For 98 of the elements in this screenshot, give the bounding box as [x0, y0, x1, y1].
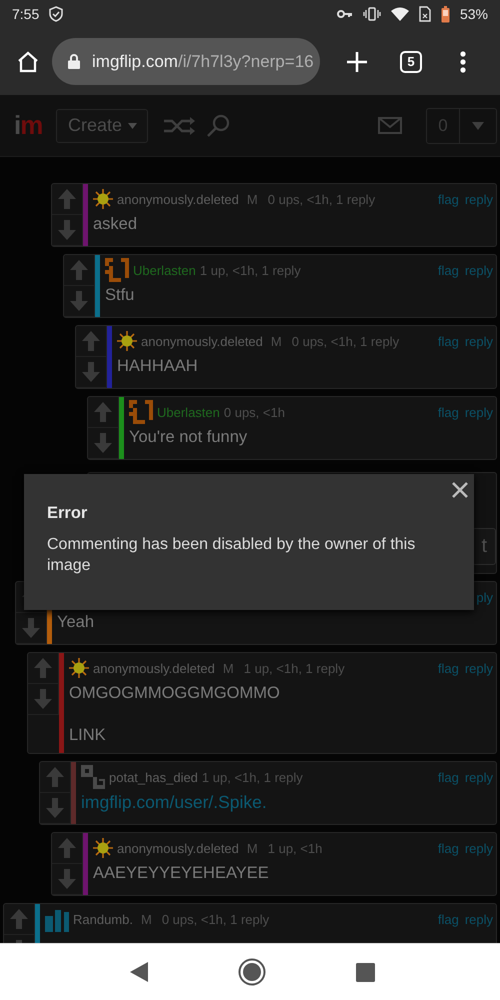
- comment-stats: 1 up, <1h, 1 reply: [200, 262, 301, 278]
- username[interactable]: anonymously.deleted: [93, 660, 215, 676]
- home-icon[interactable]: [16, 50, 40, 74]
- comment-stats: 1 up, <1h, 1 reply: [244, 660, 345, 676]
- comment-text: OMGOGMMOGGMGOMMO: [69, 683, 281, 704]
- comment-text: Stfu: [105, 285, 136, 306]
- recents-icon[interactable]: [356, 962, 375, 982]
- action-link[interactable]: reply: [464, 404, 493, 420]
- action-link[interactable]: flag: [438, 262, 459, 278]
- moderator-label: M: [222, 660, 234, 676]
- comment-stats: 0 ups, <1h, 1 reply: [292, 334, 400, 348]
- username[interactable]: Uberlasten: [133, 262, 196, 278]
- vibrate-icon: [362, 7, 381, 21]
- close-icon[interactable]: [452, 482, 468, 498]
- comment-link[interactable]: imgflip.com/user/.Spike.: [81, 792, 267, 812]
- battery-percent: 53%: [460, 6, 488, 22]
- username[interactable]: anonymously.deleted: [141, 334, 263, 348]
- action-link[interactable]: reply: [464, 770, 493, 784]
- comment-text: You're not funny: [129, 427, 248, 448]
- shield-check-icon: [49, 6, 64, 22]
- up-arrow-icon[interactable]: [58, 838, 76, 858]
- battery-icon: [440, 6, 450, 22]
- up-arrow-icon[interactable]: [34, 658, 52, 678]
- down-arrow-icon[interactable]: [82, 362, 100, 382]
- username[interactable]: potat_has_died: [109, 770, 198, 784]
- comment-text: Yeah: [57, 612, 96, 633]
- username[interactable]: Randumb.: [73, 912, 133, 926]
- sun-avatar-icon: [117, 331, 137, 351]
- address-bar[interactable]: imgflip.com/i/7h7l3y?nerp=16: [52, 38, 320, 85]
- action-link[interactable]: flag: [438, 334, 459, 348]
- menu-icon[interactable]: [460, 50, 466, 72]
- action-link[interactable]: reply: [464, 334, 493, 348]
- comment-stats: 1 up, <1h, 1 reply: [202, 770, 303, 784]
- action-link[interactable]: flag: [438, 404, 459, 420]
- username[interactable]: anonymously.deleted: [117, 840, 239, 856]
- dialog-title: Error: [47, 504, 88, 523]
- tab-count-button[interactable]: 5: [400, 50, 422, 72]
- comment-stats: 0 ups, <1h, 1 reply: [268, 192, 376, 206]
- caret-icon: [472, 122, 484, 130]
- comment-text: HAHHAAH: [117, 356, 199, 377]
- moderator-label: M: [270, 334, 282, 348]
- comment-stats: 0 ups, <1h: [224, 404, 285, 420]
- up-arrow-icon[interactable]: [82, 331, 100, 351]
- comment-text: LINK: [69, 725, 107, 746]
- down-arrow-icon[interactable]: [70, 291, 88, 311]
- sun-avatar-icon: [93, 189, 113, 209]
- down-arrow-icon[interactable]: [46, 798, 64, 818]
- caret-icon: [128, 122, 138, 128]
- comment-stats: 0 ups, <1h, 1 reply: [162, 912, 270, 926]
- key-icon: [336, 9, 353, 19]
- dialog-message: Commenting has been disabled by the owner of this image: [47, 535, 416, 576]
- up-arrow-icon[interactable]: [94, 402, 112, 422]
- action-link[interactable]: ply: [476, 590, 493, 604]
- create-dropdown[interactable]: Create: [56, 108, 148, 142]
- action-link[interactable]: reply: [464, 262, 493, 278]
- shuffle-icon[interactable]: [164, 116, 196, 134]
- action-link[interactable]: reply: [464, 192, 493, 206]
- pixel-avatar-icon: [105, 258, 129, 282]
- action-link[interactable]: reply: [464, 912, 493, 926]
- username[interactable]: Uberlasten: [157, 404, 220, 420]
- down-arrow-icon[interactable]: [58, 220, 76, 240]
- action-link[interactable]: flag: [438, 912, 459, 926]
- comment-text: AAEYEYYEYEHEAYEE: [93, 863, 270, 884]
- down-arrow-icon[interactable]: [58, 869, 76, 889]
- action-link[interactable]: flag: [438, 660, 459, 676]
- up-arrow-icon[interactable]: [10, 909, 28, 929]
- search-icon[interactable]: [206, 114, 230, 138]
- action-link[interactable]: reply: [464, 840, 493, 856]
- username[interactable]: anonymously.deleted: [117, 192, 239, 206]
- home-circle-icon[interactable]: [238, 958, 266, 986]
- back-icon[interactable]: [130, 962, 148, 982]
- post-button[interactable]: t: [472, 528, 496, 565]
- action-link[interactable]: flag: [438, 840, 459, 856]
- down-arrow-icon[interactable]: [34, 689, 52, 709]
- action-link[interactable]: reply: [464, 660, 493, 676]
- sim-card-icon: [418, 6, 431, 22]
- moderator-label: M: [246, 840, 258, 856]
- lock-icon: [68, 54, 80, 69]
- comment-text: asked: [93, 214, 138, 235]
- up-arrow-icon[interactable]: [70, 260, 88, 280]
- down-arrow-icon[interactable]: [22, 618, 40, 638]
- pixel-avatar-icon: [129, 400, 153, 424]
- wifi-icon: [390, 7, 409, 21]
- pixel-avatar-icon: [81, 765, 105, 789]
- comment-stats: 1 up, <1h: [268, 840, 322, 856]
- up-arrow-icon[interactable]: [46, 767, 64, 787]
- down-arrow-icon[interactable]: [94, 433, 112, 453]
- action-link[interactable]: flag: [438, 770, 459, 784]
- sun-avatar-icon: [69, 658, 89, 678]
- moderator-label: M: [246, 192, 258, 206]
- site-logo[interactable]: im: [14, 110, 46, 141]
- mail-icon[interactable]: [378, 117, 402, 134]
- plus-icon[interactable]: [346, 50, 368, 72]
- sun-avatar-icon: [93, 838, 113, 858]
- action-link[interactable]: flag: [438, 192, 459, 206]
- clock-time: 7:55: [12, 6, 40, 22]
- up-arrow-icon[interactable]: [58, 189, 76, 209]
- moderator-label: M: [140, 912, 152, 926]
